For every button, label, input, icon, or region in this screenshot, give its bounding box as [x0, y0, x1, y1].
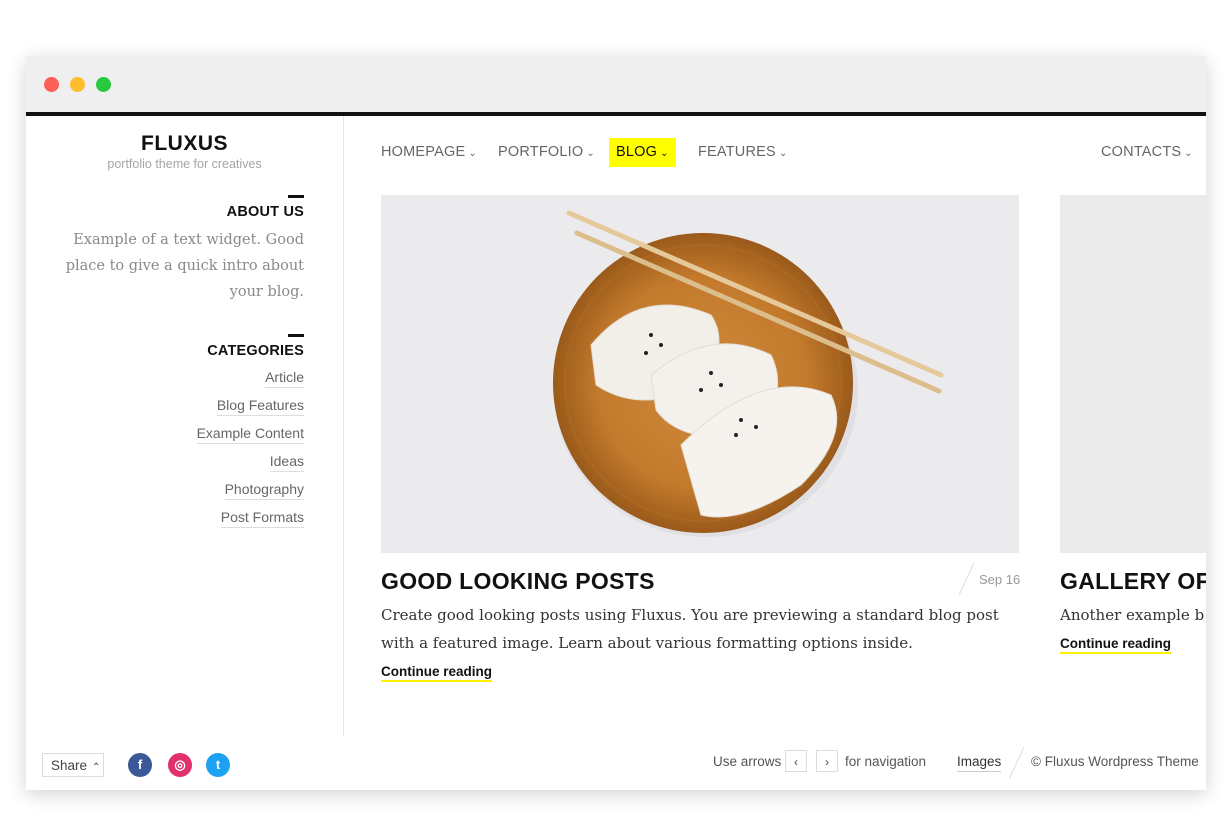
post-date: Sep 16 [979, 572, 1021, 587]
about-widget-title: ABOUT US [226, 204, 304, 220]
chevron-down-icon: ⌄ [660, 148, 669, 159]
site-logo[interactable]: FLUXUS portfolio theme for creatives [26, 132, 343, 171]
post-excerpt-line: Create good looking posts using Fluxus. … [381, 606, 999, 624]
nav-label: FEATURES [698, 144, 776, 160]
nav-label: PORTFOLIO [498, 144, 584, 160]
nav-item-blog[interactable]: BLOG ⌄ [609, 138, 676, 167]
chevron-down-icon: ⌄ [468, 148, 477, 159]
widget-accent-bar [288, 195, 304, 198]
chevron-up-icon: ⌃ [92, 762, 101, 773]
nav-hint-suffix: for navigation [845, 754, 927, 769]
date-divider [958, 563, 975, 595]
widget-accent-bar [288, 334, 304, 337]
main-navigation: HOMEPAGE ⌄ PORTFOLIO ⌄ BLOG ⌄ FEATURES ⌄ CON… [381, 116, 1206, 190]
instagram-icon[interactable]: ◎ [168, 753, 192, 777]
chevron-down-icon: ⌄ [778, 148, 788, 159]
category-link-example-content[interactable]: Example Content [196, 425, 304, 444]
nav-item-portfolio[interactable]: PORTFOLIO ⌄ [498, 144, 595, 160]
categories-widget-title: CATEGORIES [207, 343, 304, 359]
share-button[interactable]: Share ⌃ [42, 753, 104, 777]
category-link-ideas[interactable]: Ideas [269, 453, 304, 472]
site-title[interactable]: FLUXUS [26, 132, 343, 156]
post-excerpt-line: with a featured image. Learn about vario… [381, 633, 913, 652]
nav-item-contacts[interactable]: CONTACTS ⌄ [1101, 144, 1193, 160]
footer-divider [1008, 747, 1025, 779]
continue-reading-link[interactable]: Continue reading [381, 664, 492, 682]
post-title[interactable]: GOOD LOOKING POSTS [381, 568, 655, 595]
post-featured-image[interactable] [381, 195, 1019, 553]
sidebar: FLUXUS portfolio theme for creatives ABO… [26, 116, 344, 736]
chevron-down-icon: ⌄ [586, 148, 595, 159]
category-list: Article Blog Features Example Content Id… [196, 369, 304, 528]
category-link-blog-features[interactable]: Blog Features [216, 397, 304, 416]
site-tagline: portfolio theme for creatives [107, 157, 262, 171]
facebook-icon[interactable]: f [128, 753, 152, 777]
post-excerpt-2: Another example b [1060, 606, 1205, 624]
chevron-left-icon[interactable]: ‹ [785, 750, 807, 772]
about-widget-text: Example of a text widget. Good place to … [65, 232, 304, 300]
post-title-2[interactable]: GALLERY OF ' [1060, 568, 1206, 595]
copyright-text: © Fluxus Wordpress Theme [1031, 754, 1199, 769]
category-link-article[interactable]: Article [265, 369, 304, 388]
browser-window: FLUXUS portfolio theme for creatives ABO… [26, 56, 1206, 790]
category-link-post-formats[interactable]: Post Formats [220, 509, 304, 528]
nav-hint-prefix: Use arrows [713, 754, 782, 769]
category-link-photography[interactable]: Photography [224, 481, 304, 500]
images-link[interactable]: Images [957, 754, 1002, 772]
dumplings-photo [553, 210, 944, 537]
post-featured-image-2[interactable] [1060, 195, 1206, 553]
chevron-down-icon: ⌄ [1184, 148, 1193, 159]
post-excerpt: Create good looking posts using Fluxus. … [381, 602, 999, 657]
window-titlebar [26, 56, 1206, 116]
about-widget: ABOUT US Example of a text widget. Good … [64, 195, 304, 305]
post-2-text-clip: GALLERY OF ' Another example b Continue … [1060, 556, 1206, 666]
zoom-window-button[interactable] [96, 77, 111, 92]
twitter-icon[interactable]: t [206, 753, 230, 777]
nav-label: CONTACTS [1101, 144, 1182, 160]
footer-bar: Share ⌃ f ◎ t Use arrows ‹ › for navigati… [26, 740, 1206, 790]
share-label: Share [51, 758, 88, 773]
chevron-right-icon[interactable]: › [816, 750, 838, 772]
nav-label: BLOG [616, 144, 658, 160]
nav-label: HOMEPAGE [381, 144, 466, 160]
nav-item-homepage[interactable]: HOMEPAGE ⌄ [381, 144, 477, 160]
nav-item-features[interactable]: FEATURES ⌄ [698, 144, 787, 160]
continue-reading-link-2[interactable]: Continue reading [1060, 636, 1171, 654]
minimize-window-button[interactable] [70, 77, 85, 92]
close-window-button[interactable] [44, 77, 59, 92]
categories-widget: CATEGORIES Article Blog Features Example… [196, 334, 304, 537]
